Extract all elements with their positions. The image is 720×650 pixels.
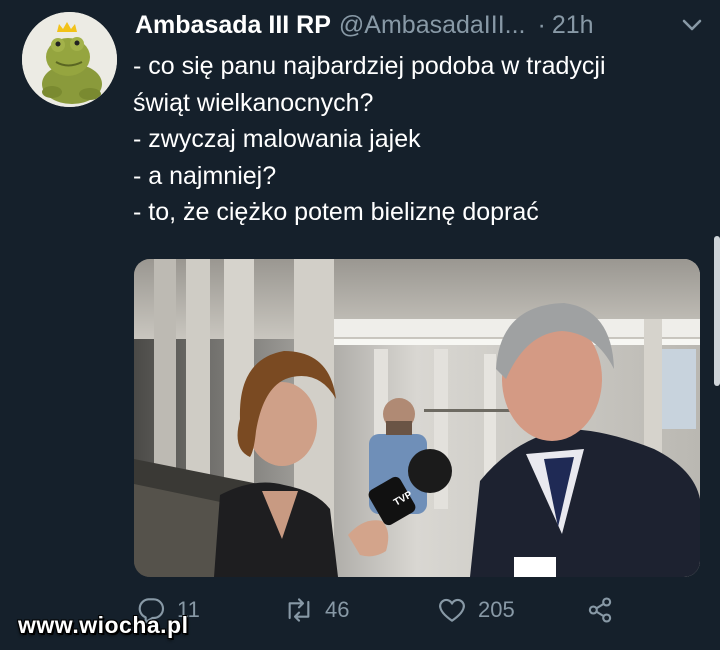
like-button[interactable]: 205: [436, 590, 515, 630]
share-button[interactable]: [584, 590, 616, 630]
site-watermark: www.wiocha.pl: [18, 612, 189, 638]
tweet-line: świąt wielkanocnych?: [133, 88, 374, 117]
chevron-down-icon[interactable]: [679, 14, 705, 36]
tweet-body: - co się panu najbardziej podoba w trady…: [133, 48, 693, 231]
heart-icon: [439, 598, 465, 622]
tweet-line: - a najmniej?: [133, 161, 277, 190]
separator-dot: ·: [537, 10, 546, 39]
author-name[interactable]: Ambasada III RP: [135, 11, 331, 40]
like-count: 205: [478, 597, 515, 622]
tweet[interactable]: Ambasada III RP @AmbasadaIII... · 21h - …: [0, 0, 720, 650]
avatar[interactable]: [22, 12, 117, 107]
scrollbar[interactable]: [714, 236, 720, 386]
tweet-line: - zwyczaj malowania jajek: [133, 125, 421, 153]
tweet-line: - co się panu najbardziej podoba w trady…: [133, 52, 606, 80]
author-handle[interactable]: @AmbasadaIII...: [339, 11, 526, 40]
frog-avatar-icon: [22, 12, 117, 107]
tweet-media-photo[interactable]: TVP: [134, 259, 700, 577]
retweet-button[interactable]: 46: [283, 590, 349, 630]
tweet-timestamp[interactable]: 21h: [552, 11, 594, 40]
retweet-count: 46: [325, 597, 350, 622]
retweet-icon: [288, 598, 310, 622]
tweet-line: - to, że ciężko potem bieliznę doprać: [133, 198, 539, 226]
tweet-header: Ambasada III RP @AmbasadaIII... · 21h: [135, 8, 705, 42]
interview-photo: TVP: [134, 259, 700, 577]
share-icon: [588, 597, 612, 623]
